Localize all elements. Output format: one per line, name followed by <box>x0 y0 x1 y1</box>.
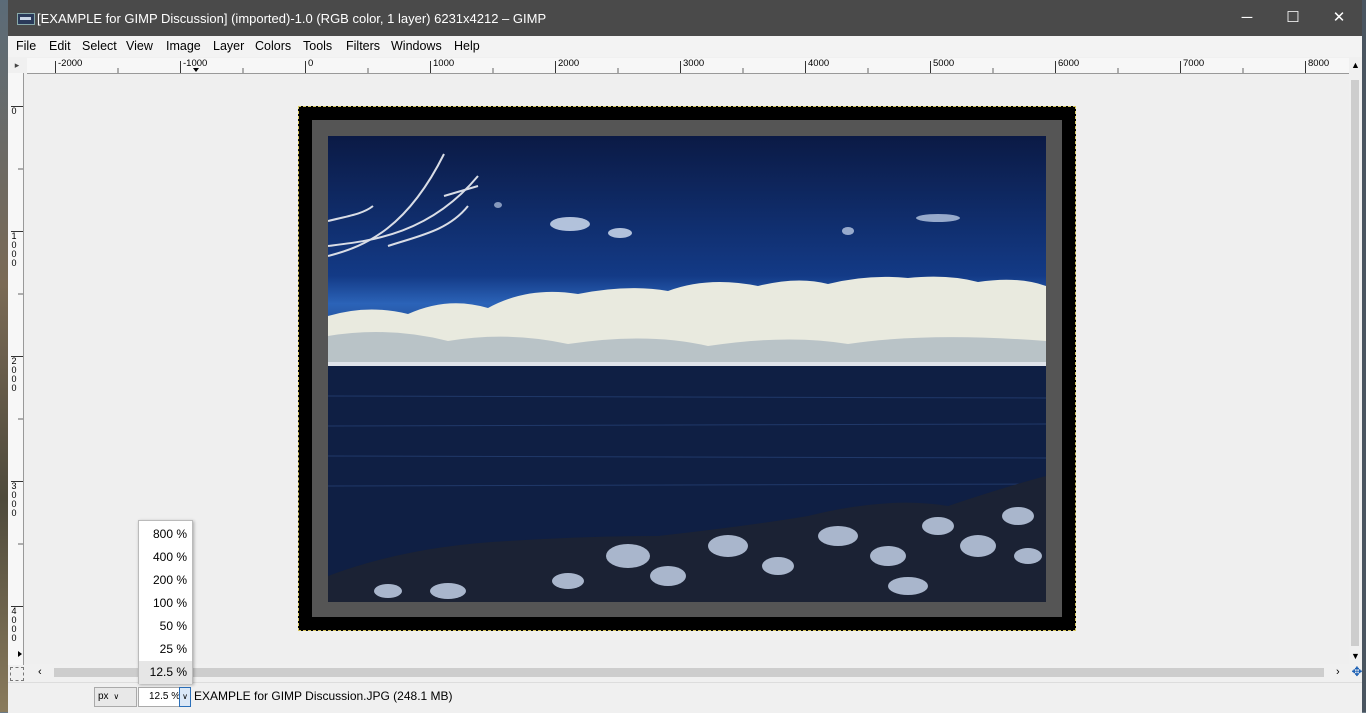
horizontal-scrollbar[interactable]: ‹ › <box>24 665 1349 680</box>
scroll-up-icon[interactable]: ▲ <box>1351 60 1360 70</box>
landscape-photo <box>328 136 1046 602</box>
vertical-scroll-thumb[interactable] <box>1351 80 1359 646</box>
ruler-corner-button[interactable]: ▸ <box>10 58 24 72</box>
menu-layer[interactable]: Layer <box>213 39 244 53</box>
menu-view[interactable]: View <box>126 39 153 53</box>
desktop-background-right <box>1362 0 1366 712</box>
menu-colors[interactable]: Colors <box>255 39 291 53</box>
vruler-label: 2000 <box>11 356 17 393</box>
hruler-label: 7000 <box>1183 58 1205 69</box>
vruler-label: 4000 <box>11 606 17 643</box>
zoom-dropdown-menu: 800 % 400 % 200 % 100 % 50 % 25 % 12.5 % <box>138 520 193 684</box>
zoom-option-800[interactable]: 800 % <box>139 523 192 546</box>
unit-selector[interactable]: px ∨ <box>94 687 137 707</box>
vruler-label: 1000 <box>11 231 17 268</box>
file-info-text: EXAMPLE for GIMP Discussion.JPG (248.1 M… <box>194 689 453 703</box>
hruler-label: 5000 <box>933 58 955 69</box>
menu-bar: File Edit Select View Image Layer Colors… <box>8 36 1362 57</box>
hruler-label: -2000 <box>58 58 83 69</box>
triangle-right-icon: ▸ <box>14 60 20 70</box>
unit-value: px <box>98 691 109 702</box>
chevron-down-icon: ∨ <box>113 692 120 701</box>
scroll-down-icon[interactable]: ▼ <box>1351 651 1360 661</box>
hruler-label: 0 <box>308 58 314 69</box>
hruler-label: -1000 <box>183 58 208 69</box>
hruler-label: 8000 <box>1308 58 1330 69</box>
menu-tools[interactable]: Tools <box>303 39 332 53</box>
title-bar: [EXAMPLE for GIMP Discussion] (imported)… <box>8 0 1362 36</box>
menu-help[interactable]: Help <box>454 39 480 53</box>
hruler-label: 2000 <box>558 58 580 69</box>
zoom-dropdown-button[interactable]: ∨ <box>179 687 191 707</box>
chevron-down-icon: ∨ <box>182 692 188 701</box>
hruler-label: 6000 <box>1058 58 1080 69</box>
menu-windows[interactable]: Windows <box>391 39 442 53</box>
maximize-button[interactable]: ☐ <box>1270 0 1316 36</box>
zoom-option-200[interactable]: 200 % <box>139 569 192 592</box>
zoom-option-50[interactable]: 50 % <box>139 615 192 638</box>
zoom-option-100[interactable]: 100 % <box>139 592 192 615</box>
horizontal-ruler[interactable]: -2000 -1000 0 1000 2000 3000 4000 5000 6… <box>27 58 1349 74</box>
vertical-scrollbar[interactable]: ▲ ▼ <box>1349 58 1362 665</box>
vertical-ruler[interactable]: 0 1000 2000 3000 4000 <box>8 73 24 665</box>
menu-edit[interactable]: Edit <box>49 39 71 53</box>
window-title: [EXAMPLE for GIMP Discussion] (imported)… <box>37 11 547 26</box>
image-layer[interactable] <box>298 106 1076 631</box>
zoom-option-400[interactable]: 400 % <box>139 546 192 569</box>
quickmask-icon[interactable] <box>10 667 24 681</box>
hruler-label: 4000 <box>808 58 830 69</box>
image-frame-border <box>312 120 1062 617</box>
close-button[interactable]: ✕ <box>1316 0 1362 36</box>
scroll-right-icon[interactable]: › <box>1336 666 1340 678</box>
menu-file[interactable]: File <box>16 39 36 53</box>
scroll-left-icon[interactable]: ‹ <box>38 666 42 678</box>
vruler-label: 0 <box>11 106 17 116</box>
vruler-label: 3000 <box>11 481 17 518</box>
minimize-button[interactable]: ─ <box>1224 0 1270 36</box>
hruler-label: 1000 <box>433 58 455 69</box>
zoom-option-25[interactable]: 25 % <box>139 638 192 661</box>
desktop-background-left <box>0 0 8 712</box>
zoom-option-12-5[interactable]: 12.5 % <box>139 661 192 684</box>
horizontal-scroll-thumb[interactable] <box>54 668 1324 677</box>
status-bar: px ∨ 12.5 % ∨ EXAMPLE for GIMP Discussio… <box>8 682 1362 713</box>
hruler-label: 3000 <box>683 58 705 69</box>
gimp-window: [EXAMPLE for GIMP Discussion] (imported)… <box>8 0 1363 713</box>
move-arrows-icon[interactable]: ✥ <box>1351 665 1363 679</box>
gimp-app-icon <box>17 13 35 25</box>
menu-image[interactable]: Image <box>166 39 201 53</box>
menu-filters[interactable]: Filters <box>346 39 380 53</box>
menu-select[interactable]: Select <box>82 39 117 53</box>
